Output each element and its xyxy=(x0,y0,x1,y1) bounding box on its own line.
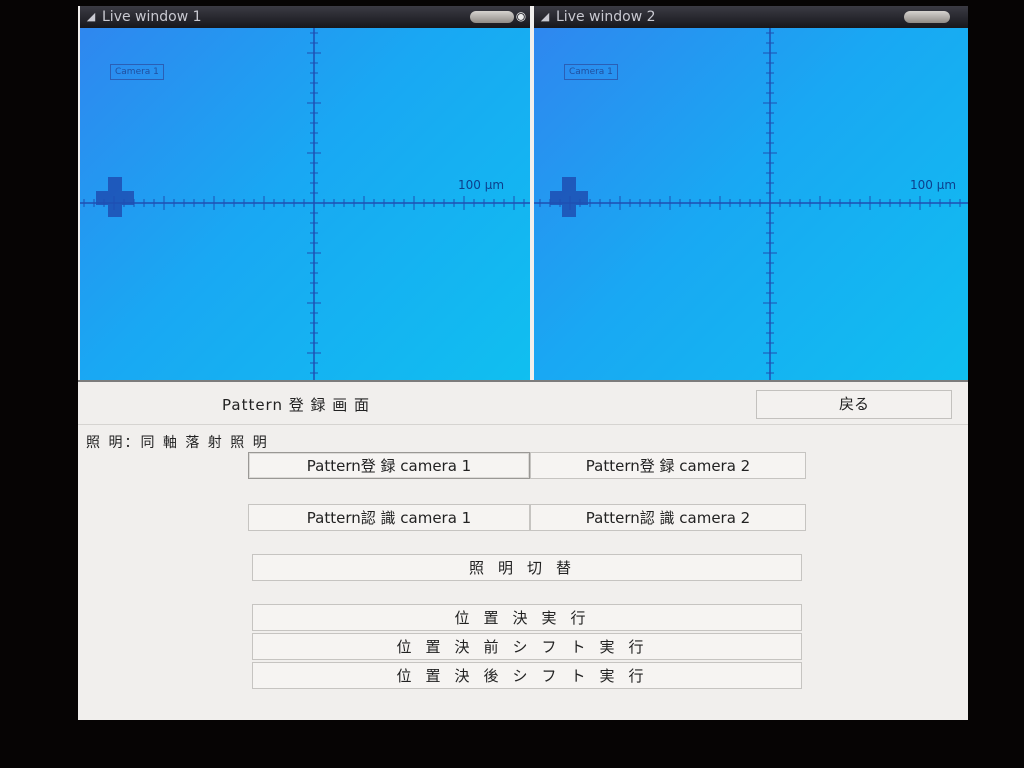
positioning-run-button[interactable]: 位置決実行 xyxy=(252,604,802,631)
pattern-register-camera2-button[interactable]: Pattern登 録 camera 2 xyxy=(530,452,806,479)
live-window-1-titlebar[interactable]: ◢ Live window 1 ◉ xyxy=(80,6,530,28)
pattern-recognize-camera1-button[interactable]: Pattern認 識 camera 1 xyxy=(248,504,530,531)
scale-label-1: 100 μm xyxy=(458,178,505,192)
fiducial-marker-1 xyxy=(96,177,134,217)
window-menu-icon[interactable]: ◢ xyxy=(538,11,552,23)
positioning-post-shift-button[interactable]: 位置決後シフト実行 xyxy=(252,662,802,689)
scale-label-2: 100 μm xyxy=(910,178,957,192)
fiducial-marker-2 xyxy=(550,177,588,217)
camera-view-2[interactable]: Camera 1 100 μm xyxy=(534,28,968,380)
lighting-status: 照 明：同 軸 落 射 照 明 xyxy=(86,435,269,451)
live-window-1: ◢ Live window 1 ◉ Camera 1 100 μm xyxy=(80,6,530,380)
scroll-thumb[interactable] xyxy=(904,11,950,23)
live-window-2-titlebar[interactable]: ◢ Live window 2 xyxy=(534,6,968,28)
application-screen: ◢ Live window 1 ◉ Camera 1 100 μm ◢ Live… xyxy=(78,6,968,720)
close-icon[interactable]: ◉ xyxy=(514,9,528,23)
live-window-1-title: Live window 1 xyxy=(102,9,202,25)
lighting-switch-button[interactable]: 照明切替 xyxy=(252,554,802,581)
crosshair-overlay-1 xyxy=(80,28,530,380)
back-button[interactable]: 戻る xyxy=(756,390,952,419)
camera-tag-1: Camera 1 xyxy=(110,64,164,80)
window-menu-icon[interactable]: ◢ xyxy=(84,11,98,23)
camera-view-1[interactable]: Camera 1 100 μm xyxy=(80,28,530,380)
live-window-2-title: Live window 2 xyxy=(556,9,656,25)
view-panel-divider xyxy=(78,380,968,382)
separator xyxy=(78,424,968,425)
pattern-recognize-camera2-button[interactable]: Pattern認 識 camera 2 xyxy=(530,504,806,531)
camera-tag-2: Camera 1 xyxy=(564,64,618,80)
pattern-register-camera1-button[interactable]: Pattern登 録 camera 1 xyxy=(248,452,530,479)
positioning-pre-shift-button[interactable]: 位置決前シフト実行 xyxy=(252,633,802,660)
crosshair-overlay-2 xyxy=(534,28,968,380)
live-window-2: ◢ Live window 2 Camera 1 100 μm xyxy=(534,6,968,380)
page-title: Pattern 登 録 画 面 xyxy=(222,396,371,414)
scroll-thumb[interactable] xyxy=(470,11,514,23)
